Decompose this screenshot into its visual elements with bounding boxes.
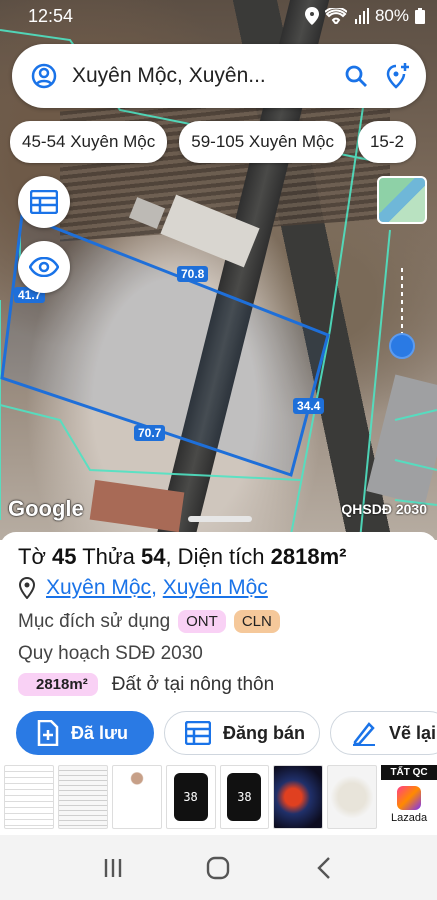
- search-bar[interactable]: Xuyên Mộc, Xuyên...: [12, 44, 426, 108]
- draw-icon: [353, 722, 376, 746]
- plan-area-badge: 2818m²: [18, 673, 98, 696]
- ad-thumbnail[interactable]: [327, 765, 378, 829]
- land-use-tag-cln: CLN: [233, 610, 280, 633]
- segment-length-label: 70.7: [134, 425, 166, 441]
- google-logo: Google: [8, 496, 84, 521]
- plan-layer-label: QHSDĐ 2030: [341, 501, 427, 517]
- search-icon[interactable]: [342, 62, 370, 90]
- status-bar: 12:54 80%: [0, 0, 437, 32]
- area-value: 2818m²: [270, 544, 347, 569]
- ad-thumbnail[interactable]: [111, 765, 162, 829]
- lazada-ad[interactable]: TẤT QC Lazada: [381, 765, 437, 829]
- saved-label: Đã lưu: [71, 722, 129, 743]
- parcel-chip[interactable]: 59-105 Xuyên Mộc: [179, 121, 346, 163]
- ad-thumbnail[interactable]: 38: [219, 765, 270, 829]
- battery-icon: [415, 8, 425, 24]
- search-query[interactable]: Xuyên Mộc, Xuyên...: [72, 64, 328, 88]
- my-location-dot: [389, 333, 415, 359]
- ad-thumbnail[interactable]: [57, 765, 108, 829]
- add-location-icon[interactable]: [384, 62, 412, 90]
- sheet-label: Tờ: [18, 544, 46, 569]
- table-icon: [30, 190, 58, 214]
- recents-icon: [104, 858, 122, 877]
- plan-heading: Quy hoạch SDĐ 2030: [18, 643, 203, 664]
- redraw-label: Vẽ lại: [389, 722, 437, 743]
- pin-icon: [18, 577, 36, 599]
- device-screen: 38: [173, 773, 208, 821]
- parcel-label: Thửa: [82, 544, 135, 569]
- action-buttons: Đã lưu Đăng bán Vẽ lại: [16, 711, 437, 755]
- segment-length-label: 34.4: [293, 398, 325, 414]
- ad-thumbnail[interactable]: 38: [165, 765, 216, 829]
- listing-icon: [185, 721, 211, 745]
- post-label: Đăng bán: [223, 722, 306, 743]
- location-line: [401, 268, 403, 334]
- parcel-chip[interactable]: 45-54 Xuyên Mộc: [10, 121, 168, 163]
- system-nav-bar: [0, 835, 437, 900]
- purpose-label: Mục đích sử dụng: [18, 610, 171, 632]
- eye-icon: [29, 257, 59, 277]
- wifi-icon: [324, 8, 347, 24]
- signal-icon: [354, 8, 369, 24]
- parcel-location: Xuyên Mộc, Xuyên Mộc: [18, 576, 268, 600]
- home-button[interactable]: [198, 848, 238, 888]
- parcel-chip-list: 45-54 Xuyên Mộc 59-105 Xuyên Mộc 15-2: [10, 121, 416, 163]
- recent-apps-button[interactable]: [93, 848, 133, 888]
- visibility-button[interactable]: [18, 241, 70, 293]
- sheet-drag-handle[interactable]: [188, 516, 252, 522]
- home-icon: [207, 856, 230, 879]
- area-label: , Diện tích: [165, 544, 265, 569]
- lazada-logo-icon: [397, 786, 422, 810]
- district-link[interactable]: Xuyên Mộc: [163, 576, 268, 600]
- commune-link[interactable]: Xuyên Mộc: [46, 576, 151, 600]
- sheet-number: 45: [52, 544, 77, 569]
- ad-thumbnail[interactable]: [273, 765, 324, 829]
- plan-area-description: Đất ở tại nông thôn: [111, 673, 275, 695]
- map-layer-thumbnail[interactable]: [377, 176, 427, 224]
- ad-strip: 38 38 TẤT QC Lazada: [0, 765, 437, 835]
- location-separator: ,: [151, 576, 157, 599]
- land-use-tag-ont: ONT: [178, 610, 226, 633]
- redraw-button[interactable]: Vẽ lại: [330, 711, 437, 755]
- location-icon: [304, 7, 319, 25]
- ad-thumbnail[interactable]: [4, 765, 54, 829]
- parcel-number: 54: [140, 544, 166, 569]
- battery-percent: 80%: [374, 6, 409, 25]
- status-time: 12:54: [28, 5, 74, 26]
- saved-button[interactable]: Đã lưu: [16, 711, 154, 755]
- parcel-chip[interactable]: 15-2: [357, 121, 416, 163]
- segment-length-label: 70.8: [177, 266, 209, 282]
- post-for-sale-button[interactable]: Đăng bán: [164, 711, 321, 755]
- land-use-purpose: Mục đích sử dụng ONT CLN: [18, 610, 280, 633]
- ad-caption: TẤT QC: [381, 765, 437, 780]
- parcel-title: Tờ 45 Thửa 54, Diện tích 2818m²: [18, 544, 346, 570]
- table-view-button[interactable]: [18, 176, 70, 228]
- account-icon[interactable]: [30, 62, 58, 90]
- plan-area-row: 2818m² Đất ở tại nông thôn: [18, 673, 274, 696]
- lazada-name: Lazada: [391, 812, 428, 824]
- device-screen: 38: [227, 773, 262, 821]
- back-icon: [317, 856, 330, 879]
- back-button[interactable]: [304, 848, 344, 888]
- saved-doc-icon: [37, 720, 59, 746]
